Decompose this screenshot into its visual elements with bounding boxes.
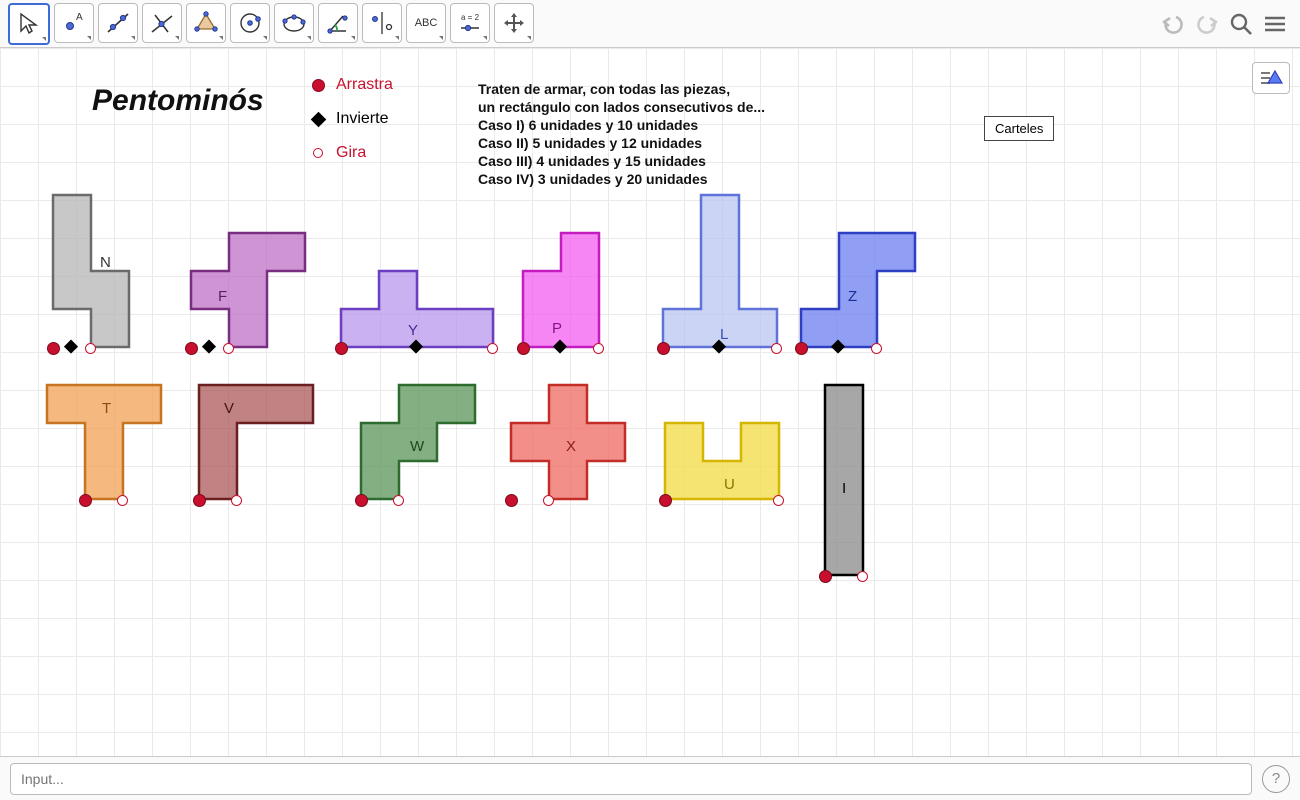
circle-center-point-tool[interactable] bbox=[230, 3, 270, 43]
drag-handle[interactable] bbox=[517, 342, 530, 355]
piece-F-label: F bbox=[218, 288, 227, 305]
piece-Z[interactable]: Z bbox=[800, 232, 918, 350]
svg-text:A: A bbox=[76, 12, 83, 23]
point-tool[interactable]: A bbox=[54, 3, 94, 43]
polygon-tool[interactable] bbox=[186, 3, 226, 43]
piece-W[interactable]: W bbox=[360, 384, 478, 502]
piece-N-label: N bbox=[100, 254, 111, 271]
graphics-view[interactable]: Pentominós Arrastra Invierte Gira Traten… bbox=[0, 48, 1300, 756]
drag-handle[interactable] bbox=[657, 342, 670, 355]
rotate-handle[interactable] bbox=[857, 571, 868, 582]
pentomino-pieces: N F Y P bbox=[0, 48, 1300, 756]
redo-button[interactable] bbox=[1190, 7, 1224, 41]
circle-three-points-tool[interactable] bbox=[274, 3, 314, 43]
algebra-input[interactable] bbox=[10, 763, 1252, 795]
piece-N[interactable]: N bbox=[52, 194, 132, 350]
rotate-handle[interactable] bbox=[393, 495, 404, 506]
piece-L-label: L bbox=[720, 326, 728, 343]
rotate-handle[interactable] bbox=[593, 343, 604, 354]
piece-P-label: P bbox=[552, 320, 562, 337]
piece-X-label: X bbox=[566, 438, 576, 455]
hamburger-menu[interactable] bbox=[1258, 7, 1292, 41]
input-bar: ? bbox=[0, 756, 1300, 800]
perpendicular-line-tool[interactable] bbox=[142, 3, 182, 43]
piece-Z-label: Z bbox=[848, 288, 857, 305]
piece-I[interactable]: I bbox=[824, 384, 866, 578]
piece-I-label: I bbox=[842, 480, 846, 497]
rotate-handle[interactable] bbox=[231, 495, 242, 506]
piece-U-label: U bbox=[724, 476, 735, 493]
piece-L[interactable]: L bbox=[662, 194, 780, 350]
main-toolbar: A ABC bbox=[0, 0, 1300, 48]
rotate-handle[interactable] bbox=[487, 343, 498, 354]
help-button[interactable]: ? bbox=[1262, 765, 1290, 793]
piece-X[interactable]: X bbox=[510, 384, 628, 502]
drag-handle[interactable] bbox=[505, 494, 518, 507]
drag-handle[interactable] bbox=[185, 342, 198, 355]
piece-V[interactable]: V bbox=[198, 384, 316, 502]
drag-handle[interactable] bbox=[795, 342, 808, 355]
svg-text:a = 2: a = 2 bbox=[461, 13, 480, 22]
drag-handle[interactable] bbox=[819, 570, 832, 583]
rotate-handle[interactable] bbox=[773, 495, 784, 506]
slider-tool[interactable]: a = 2 bbox=[450, 3, 490, 43]
drag-handle[interactable] bbox=[47, 342, 60, 355]
drag-handle[interactable] bbox=[79, 494, 92, 507]
rotate-handle[interactable] bbox=[117, 495, 128, 506]
piece-P[interactable]: P bbox=[522, 232, 602, 350]
text-tool-label: ABC bbox=[415, 17, 438, 29]
drag-handle[interactable] bbox=[659, 494, 672, 507]
rotate-handle[interactable] bbox=[871, 343, 882, 354]
rotate-handle[interactable] bbox=[543, 495, 554, 506]
move-view-tool[interactable] bbox=[494, 3, 534, 43]
drag-handle[interactable] bbox=[355, 494, 368, 507]
angle-tool[interactable] bbox=[318, 3, 358, 43]
piece-F[interactable]: F bbox=[190, 232, 308, 350]
piece-Y-label: Y bbox=[408, 322, 418, 339]
rotate-handle[interactable] bbox=[223, 343, 234, 354]
line-tool[interactable] bbox=[98, 3, 138, 43]
text-tool[interactable]: ABC bbox=[406, 3, 446, 43]
search-button[interactable] bbox=[1224, 7, 1258, 41]
tool-buttons: A ABC bbox=[8, 3, 534, 45]
piece-V-label: V bbox=[224, 400, 234, 417]
piece-W-label: W bbox=[410, 438, 424, 455]
drag-handle[interactable] bbox=[335, 342, 348, 355]
reflect-tool[interactable] bbox=[362, 3, 402, 43]
piece-T-label: T bbox=[102, 400, 111, 417]
drag-handle[interactable] bbox=[193, 494, 206, 507]
move-tool[interactable] bbox=[8, 3, 50, 45]
undo-button[interactable] bbox=[1156, 7, 1190, 41]
rotate-handle[interactable] bbox=[771, 343, 782, 354]
piece-T[interactable]: T bbox=[46, 384, 164, 502]
rotate-handle[interactable] bbox=[85, 343, 96, 354]
piece-U[interactable]: U bbox=[664, 422, 782, 502]
piece-Y[interactable]: Y bbox=[340, 270, 496, 350]
